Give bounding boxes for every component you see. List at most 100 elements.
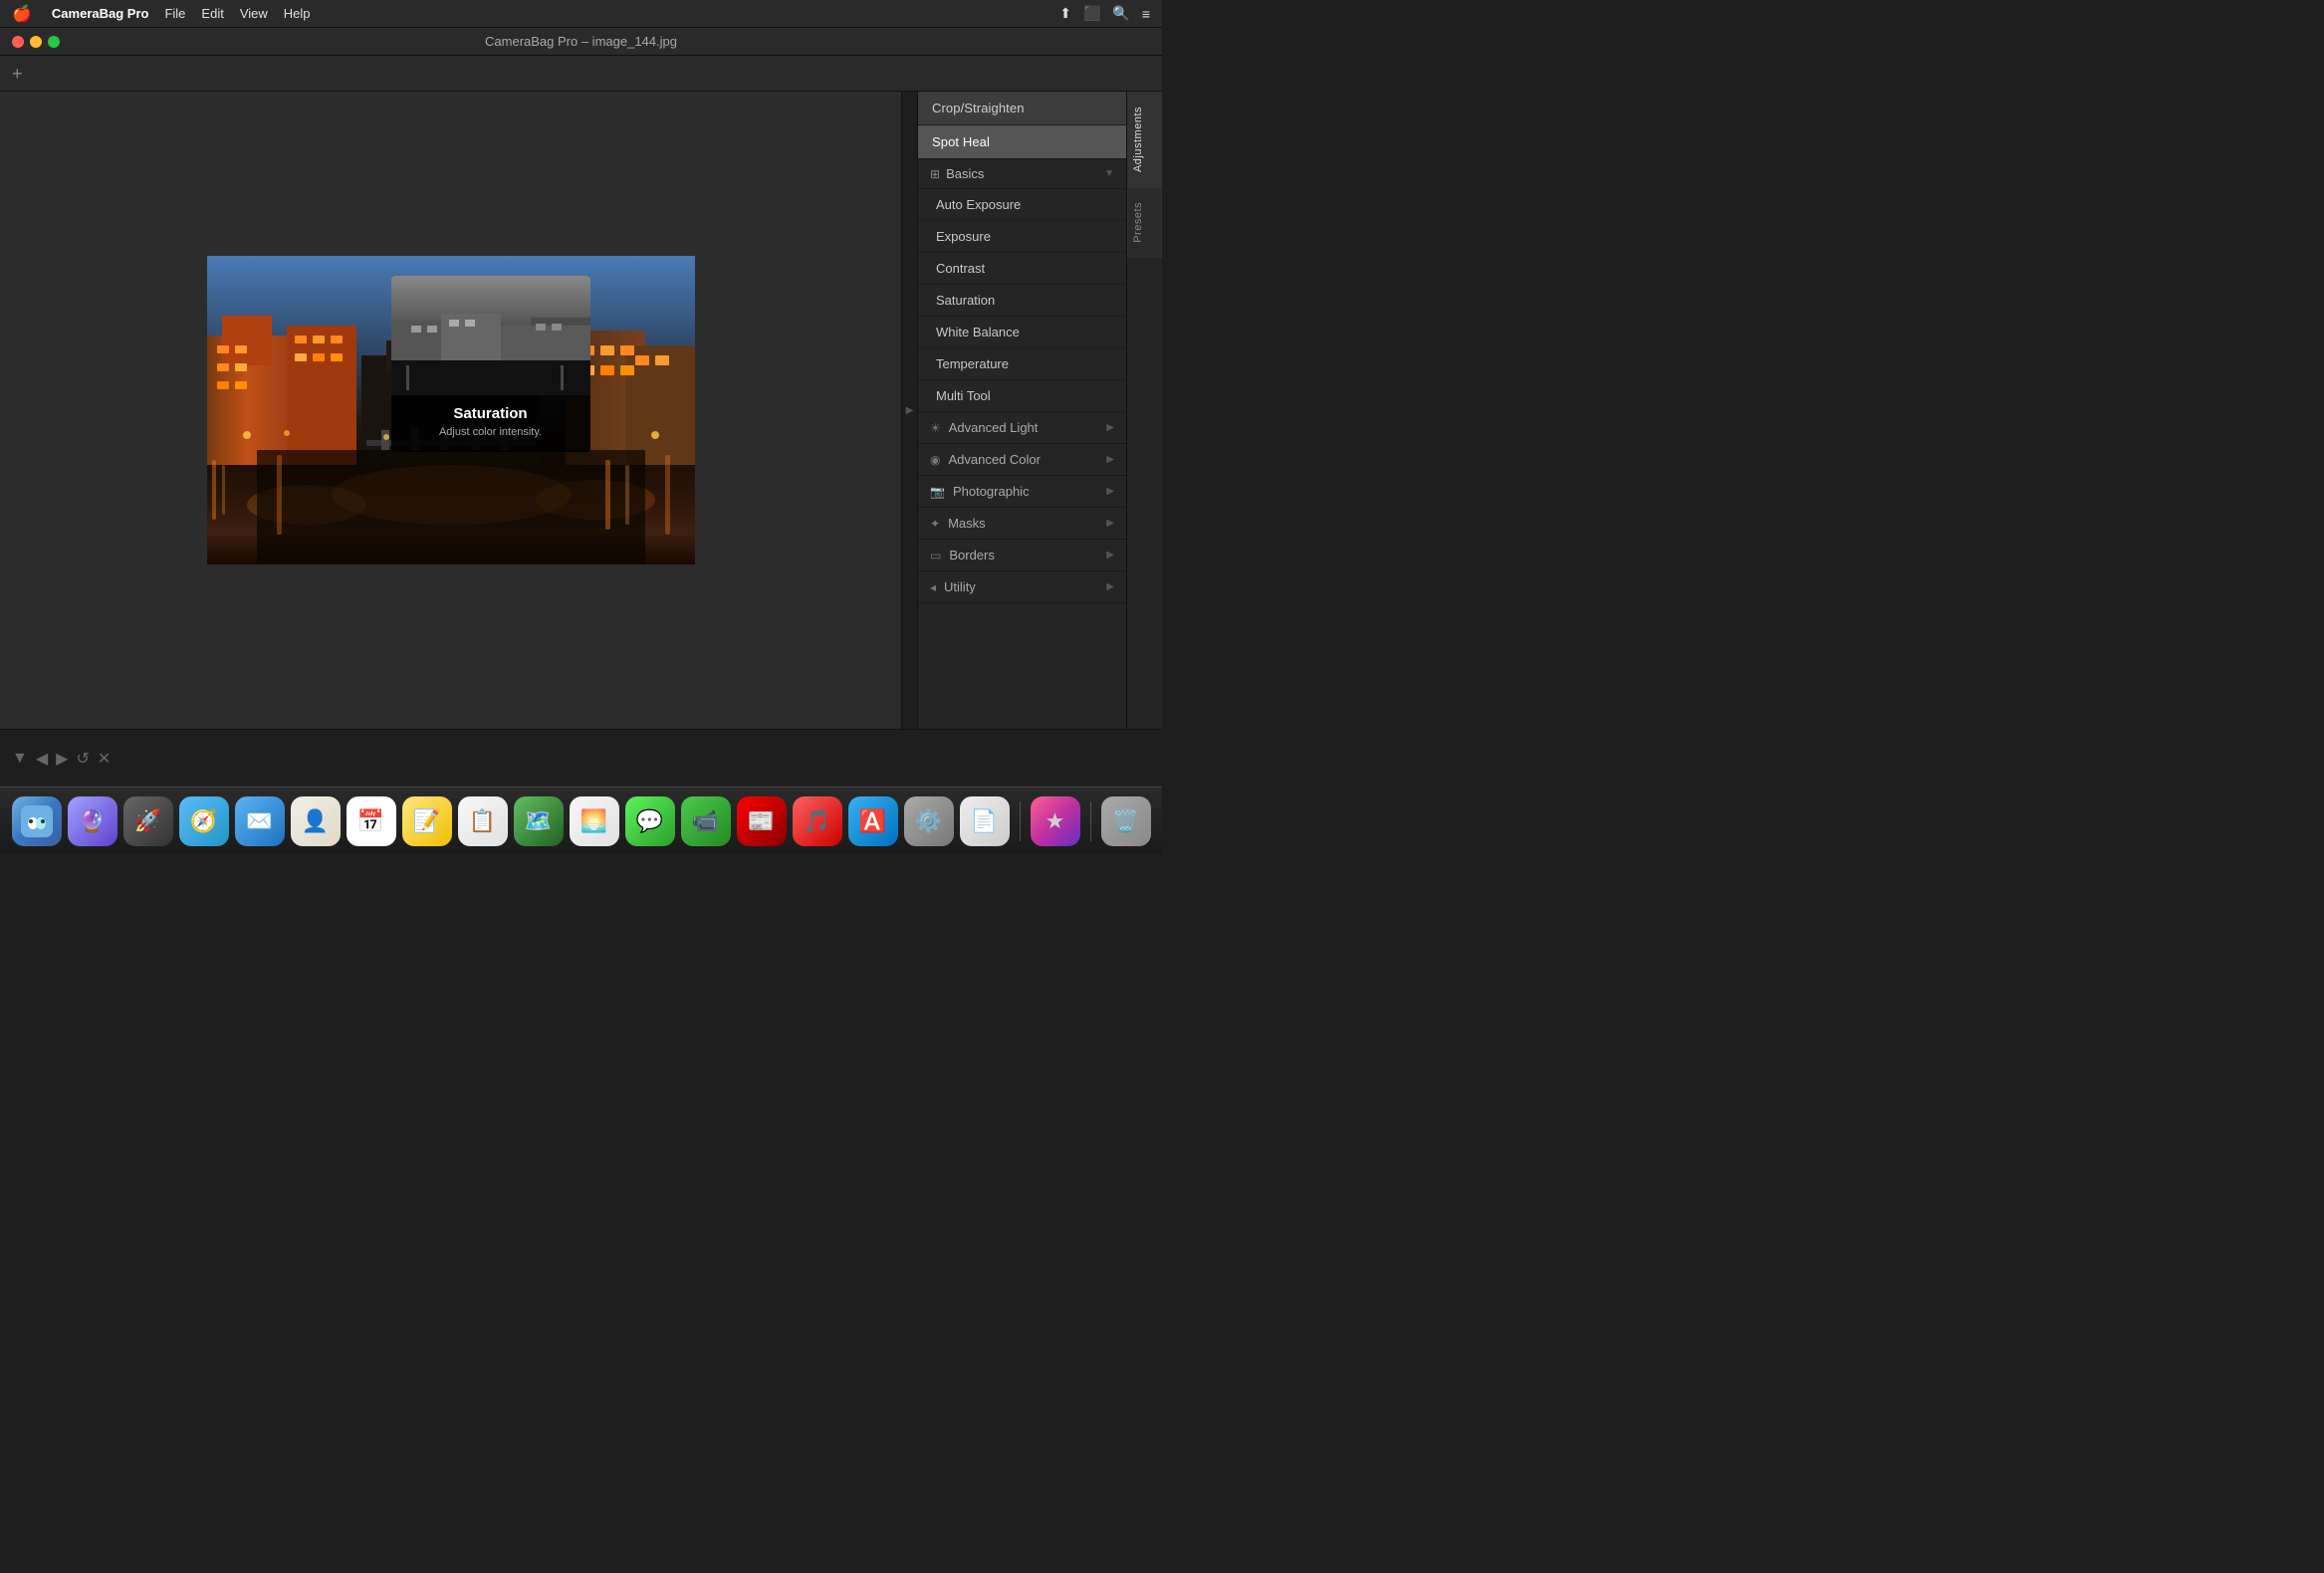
basics-section-header[interactable]: ⊞ Basics ▼ (918, 159, 1126, 189)
filmstrip-dropdown-btn[interactable]: ▼ (12, 750, 28, 768)
advanced-color-arrow-icon: ▶ (1106, 454, 1114, 465)
advanced-color-section: ◉ Advanced Color ▶ (918, 444, 1126, 476)
dock-icon-sysprefs[interactable]: ⚙️ (904, 796, 954, 846)
tooltip-preview-image (391, 276, 590, 395)
filmstrip-next-btn[interactable]: ▶ (56, 749, 68, 769)
appstore-icon: 🅰️ (859, 808, 886, 834)
dock-icon-scripteditor[interactable]: 📄 (960, 796, 1010, 846)
news-icon: 📰 (748, 808, 775, 834)
utility-header[interactable]: ◂ Utility ▶ (918, 571, 1126, 602)
dock-icon-siri[interactable]: 🔮 (68, 796, 117, 846)
basics-icon: ⊞ (930, 167, 940, 181)
notes-icon: 📝 (413, 808, 440, 834)
advanced-color-header[interactable]: ◉ Advanced Color ▶ (918, 444, 1126, 475)
basics-label: Basics (946, 166, 1098, 181)
masks-section: ✦ Masks ▶ (918, 508, 1126, 540)
advanced-light-section: ☀ Advanced Light ▶ (918, 412, 1126, 444)
menu-item-saturation[interactable]: Saturation (918, 285, 1126, 317)
help-menu[interactable]: Help (284, 6, 311, 21)
borders-header[interactable]: ▭ Borders ▶ (918, 540, 1126, 570)
titlebar: CameraBag Pro – image_144.jpg (0, 28, 1162, 56)
tooltip-title: Saturation (405, 405, 577, 422)
spot-heal-button[interactable]: Spot Heal (918, 125, 1126, 159)
dock-icon-trash[interactable]: 🗑️ (1101, 796, 1151, 846)
photographic-label: Photographic (953, 484, 1098, 499)
add-button[interactable]: + (12, 65, 23, 83)
tooltip-description: Adjust color intensity. (405, 426, 577, 438)
masks-header[interactable]: ✦ Masks ▶ (918, 508, 1126, 539)
tooltip-body: Saturation Adjust color intensity. (391, 395, 590, 452)
dock-icon-appstore[interactable]: 🅰️ (848, 796, 898, 846)
file-menu[interactable]: File (164, 6, 185, 21)
dock-icon-launchpad[interactable]: 🚀 (123, 796, 173, 846)
minimize-button[interactable] (30, 36, 42, 48)
masks-icon: ✦ (930, 517, 940, 531)
filmstrip-area: ▼ ◀ ▶ ↺ ✕ (0, 729, 1162, 786)
main-layout: Saturation Adjust color intensity. ▶ Cro… (0, 92, 1162, 729)
menubar: 🍎 CameraBag Pro File Edit View Help ⬆ ⬛ … (0, 0, 1162, 28)
mail-icon: ✉️ (246, 808, 273, 834)
share-icon[interactable]: ⬆ (1059, 5, 1071, 22)
sysprefs-icon: ⚙️ (915, 808, 942, 834)
menu-item-white-balance[interactable]: White Balance (918, 317, 1126, 348)
advanced-light-header[interactable]: ☀ Advanced Light ▶ (918, 412, 1126, 443)
filmstrip-reset-btn[interactable]: ↺ (76, 749, 89, 769)
launchpad-icon: 🚀 (134, 808, 161, 834)
crop-straighten-button[interactable]: Crop/Straighten (918, 92, 1126, 125)
dock-icon-highlights[interactable]: ★ (1031, 796, 1080, 846)
dock-icon-safari[interactable]: 🧭 (179, 796, 229, 846)
airplay-icon[interactable]: ⬛ (1083, 5, 1100, 22)
masks-label: Masks (948, 516, 1098, 531)
advanced-light-arrow-icon: ▶ (1106, 422, 1114, 433)
advanced-light-icon: ☀ (930, 421, 941, 435)
dock-divider-2 (1090, 801, 1091, 841)
dock-icon-notes[interactable]: 📝 (402, 796, 452, 846)
dock-icon-facetime[interactable]: 📹 (681, 796, 731, 846)
sidebar-collapse-btn[interactable]: ▶ (901, 92, 917, 729)
menu-icon[interactable]: ≡ (1142, 6, 1150, 22)
dock-icon-contacts[interactable]: 👤 (291, 796, 341, 846)
dock-icon-mail[interactable]: ✉️ (235, 796, 285, 846)
close-button[interactable] (12, 36, 24, 48)
dock-icon-calendar[interactable]: 📅 (347, 796, 396, 846)
dock-icon-finder[interactable] (12, 796, 62, 846)
dock-icon-photos[interactable]: 🌅 (570, 796, 619, 846)
basics-chevron-icon: ▼ (1104, 168, 1114, 179)
utility-label: Utility (944, 579, 1098, 594)
menu-item-temperature[interactable]: Temperature (918, 348, 1126, 380)
finder-icon (21, 805, 53, 837)
search-icon[interactable]: 🔍 (1112, 5, 1129, 22)
dock-icon-reminders[interactable]: 📋 (458, 796, 508, 846)
borders-icon: ▭ (930, 549, 941, 562)
tab-presets[interactable]: Presets (1127, 187, 1162, 258)
panel-scroll[interactable]: ⊞ Basics ▼ Auto Exposure Exposure Contra… (918, 159, 1126, 729)
app-name[interactable]: CameraBag Pro (52, 6, 149, 21)
view-menu[interactable]: View (240, 6, 268, 21)
highlights-icon: ★ (1046, 808, 1065, 834)
photographic-arrow-icon: ▶ (1106, 486, 1114, 497)
panel-top-buttons: Crop/Straighten Spot Heal (918, 92, 1126, 159)
menu-item-exposure[interactable]: Exposure (918, 221, 1126, 253)
fullscreen-button[interactable] (48, 36, 60, 48)
edit-menu[interactable]: Edit (201, 6, 223, 21)
window-title: CameraBag Pro – image_144.jpg (485, 34, 677, 49)
dock-icon-music[interactable]: 🎵 (793, 796, 842, 846)
filmstrip-close-btn[interactable]: ✕ (98, 749, 111, 769)
menu-item-auto-exposure[interactable]: Auto Exposure (918, 189, 1126, 221)
dock-icon-messages[interactable]: 💬 (625, 796, 675, 846)
dock-icon-maps[interactable]: 🗺️ (514, 796, 564, 846)
menu-item-multi-tool[interactable]: Multi Tool (918, 380, 1126, 412)
filmstrip-prev-btn[interactable]: ◀ (36, 749, 48, 769)
apple-menu[interactable]: 🍎 (12, 4, 32, 24)
calendar-icon: 📅 (357, 808, 384, 834)
menu-item-contrast[interactable]: Contrast (918, 253, 1126, 285)
dock-icon-news[interactable]: 📰 (737, 796, 787, 846)
safari-icon: 🧭 (190, 808, 217, 834)
tab-adjustments[interactable]: Adjustments (1127, 92, 1162, 187)
trash-icon: 🗑️ (1112, 808, 1139, 834)
borders-arrow-icon: ▶ (1106, 550, 1114, 561)
utility-section: ◂ Utility ▶ (918, 571, 1126, 603)
photographic-header[interactable]: 📷 Photographic ▶ (918, 476, 1126, 507)
contacts-icon: 👤 (302, 808, 329, 834)
filmstrip-controls: ▼ ◀ ▶ ↺ ✕ (12, 749, 111, 769)
